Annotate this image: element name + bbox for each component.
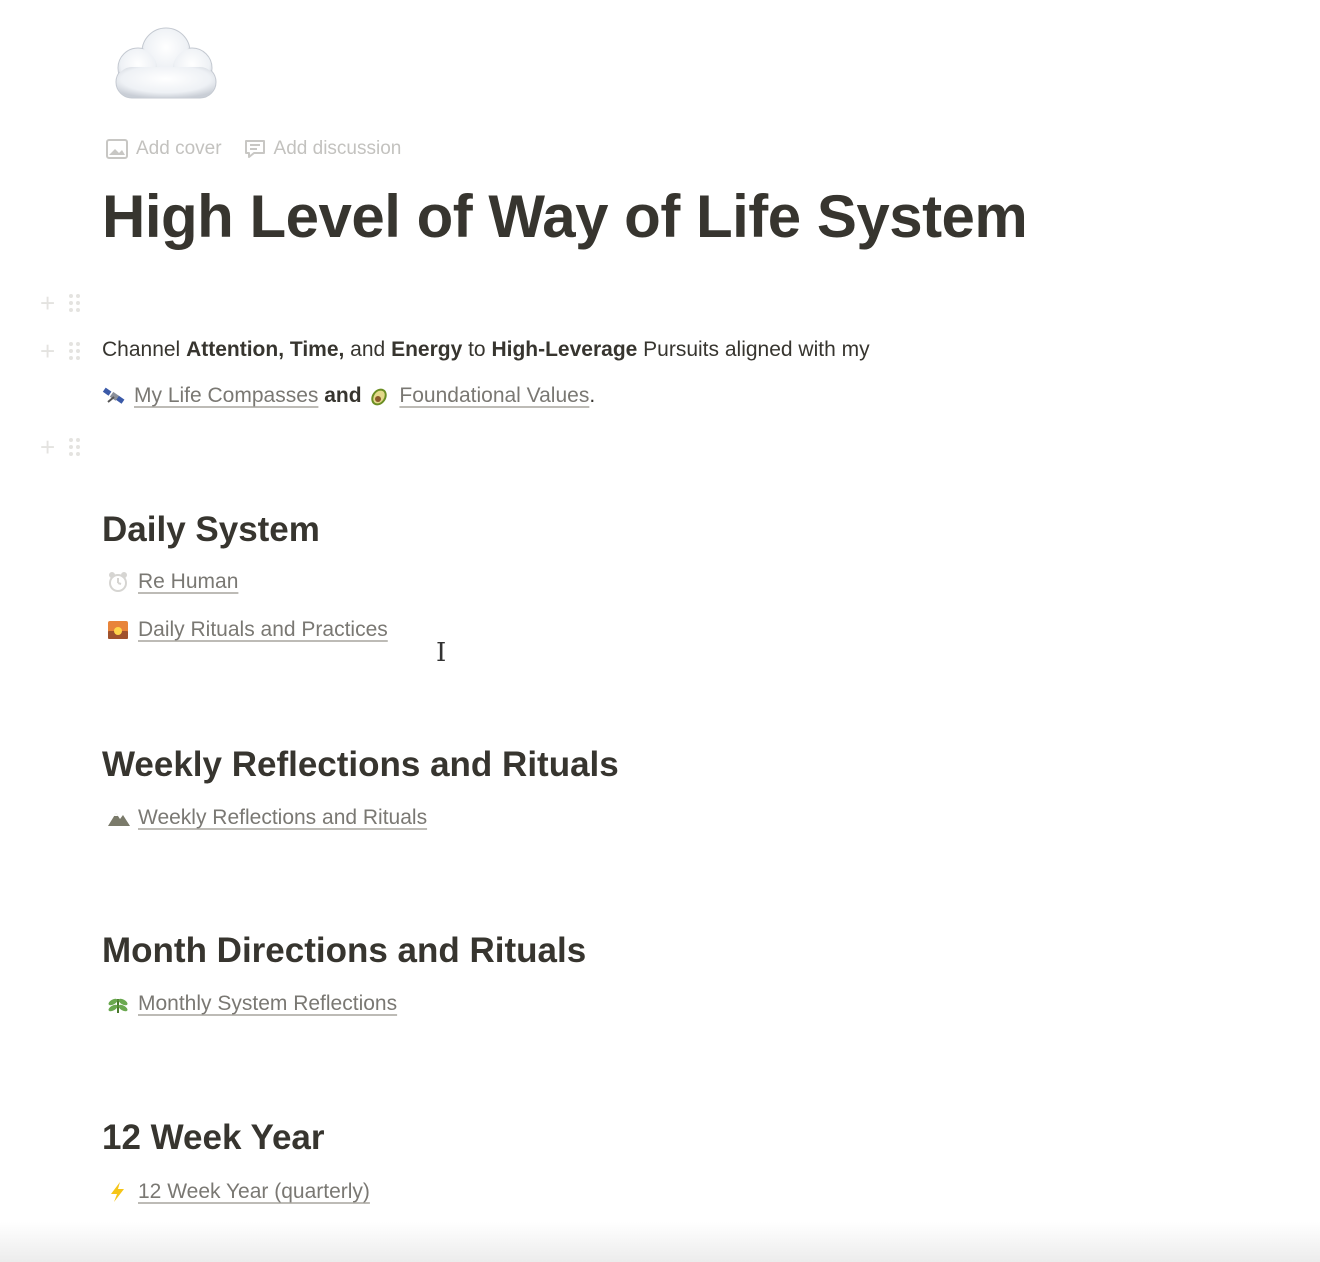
- page-link-label[interactable]: 12 Week Year (quarterly): [138, 1180, 370, 1204]
- add-block-icon[interactable]: +: [40, 338, 55, 364]
- page-link-re-human[interactable]: Re Human: [106, 570, 238, 594]
- add-block-icon[interactable]: +: [40, 290, 55, 316]
- intro-bold: High-Leverage: [491, 338, 638, 361]
- intro-text: Pursuits aligned with my: [637, 338, 870, 361]
- intro-text: and: [344, 338, 392, 361]
- add-discussion-label: Add discussion: [273, 138, 402, 159]
- drag-handle-icon[interactable]: [69, 438, 81, 456]
- intro-bold: Energy: [391, 338, 463, 361]
- page-link-12-week-year[interactable]: 12 Week Year (quarterly): [106, 1180, 370, 1204]
- satellite-icon: [102, 387, 125, 404]
- intro-text: to: [462, 338, 492, 361]
- add-cover-button[interactable]: Add cover: [106, 138, 222, 160]
- intro-line-2[interactable]: My Life Compasses and Foundational Value…: [102, 384, 595, 408]
- page-link-monthly-reflections[interactable]: Monthly System Reflections: [106, 992, 397, 1016]
- page-title[interactable]: High Level of Way of Life System: [102, 182, 1028, 251]
- drag-handle-icon[interactable]: [69, 294, 81, 312]
- block-handle[interactable]: +: [40, 338, 81, 364]
- sunrise-icon: [108, 621, 128, 639]
- section-heading-12-week-year[interactable]: 12 Week Year: [102, 1118, 325, 1158]
- add-cover-label: Add cover: [136, 138, 222, 159]
- text-cursor-icon: I: [436, 638, 447, 668]
- mountain-icon: [108, 813, 130, 826]
- my-life-compasses-link[interactable]: My Life Compasses: [134, 384, 318, 408]
- page-link-label[interactable]: Re Human: [138, 570, 238, 594]
- block-handle[interactable]: +: [40, 434, 81, 460]
- add-block-icon[interactable]: +: [40, 434, 55, 460]
- bottom-fade: [0, 1222, 1320, 1262]
- comment-icon: [244, 140, 265, 158]
- intro-line-1[interactable]: Channel Attention, Time, and Energy to H…: [102, 338, 870, 362]
- section-heading-month[interactable]: Month Directions and Rituals: [102, 931, 586, 971]
- page-link-label[interactable]: Daily Rituals and Practices: [138, 618, 388, 642]
- herb-icon: [108, 998, 128, 1013]
- intro-bold: Attention, Time,: [186, 338, 345, 361]
- add-discussion-button[interactable]: Add discussion: [244, 138, 402, 160]
- section-heading-daily-system[interactable]: Daily System: [102, 510, 320, 550]
- clock-icon: [109, 572, 127, 592]
- page-link-label[interactable]: Weekly Reflections and Rituals: [138, 806, 427, 830]
- page-controls: Add cover Add discussion: [106, 138, 401, 160]
- drag-handle-icon[interactable]: [69, 342, 81, 360]
- intro-period: .: [589, 384, 596, 407]
- lightning-icon: [111, 1182, 124, 1202]
- cloud-icon[interactable]: [104, 22, 224, 106]
- foundational-values-link[interactable]: Foundational Values: [399, 384, 589, 408]
- page-link-label[interactable]: Monthly System Reflections: [138, 992, 397, 1016]
- avocado-icon: [371, 388, 388, 406]
- section-heading-weekly[interactable]: Weekly Reflections and Rituals: [102, 745, 619, 785]
- page-link-weekly-reflections[interactable]: Weekly Reflections and Rituals: [106, 806, 427, 830]
- intro-text: Channel: [102, 338, 187, 361]
- page-link-daily-rituals[interactable]: Daily Rituals and Practices: [106, 618, 388, 642]
- notion-page: Add cover Add discussion High Level of W…: [0, 0, 1320, 1262]
- block-handle[interactable]: +: [40, 290, 81, 316]
- image-icon: [106, 139, 128, 159]
- intro-and: and: [318, 384, 368, 407]
